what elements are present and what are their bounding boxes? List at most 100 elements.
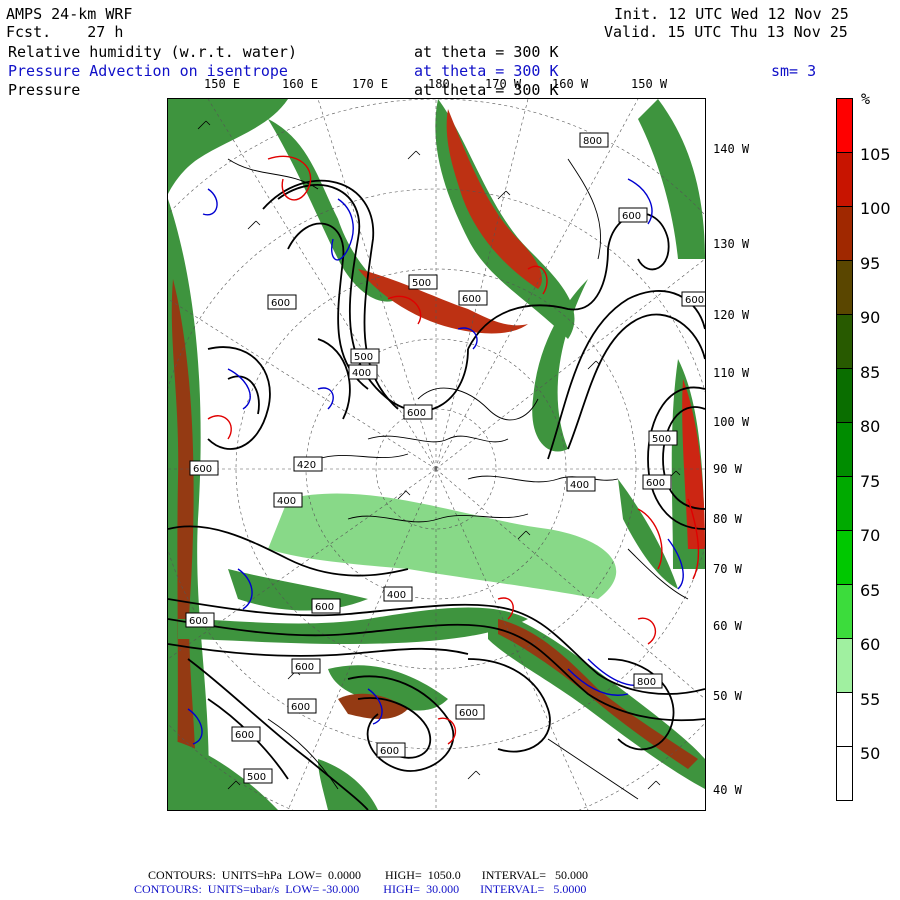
lon-label: 170 E [352, 77, 389, 91]
svg-text:600: 600 [315, 602, 334, 613]
contour-label: 500 [408, 274, 438, 290]
colorbar-segment [837, 422, 852, 476]
svg-text:600: 600 [193, 464, 212, 475]
colorbar-label: 65 [860, 581, 881, 600]
lat-label: 50 W [713, 689, 742, 703]
lat-label: 40 W [713, 783, 742, 797]
contour-label: 600 [642, 474, 672, 490]
lat-label: 110 W [713, 366, 750, 380]
colorbar-segment [837, 638, 852, 692]
colorbar-segment [837, 692, 852, 746]
svg-text:600: 600 [622, 211, 641, 222]
svg-text:400: 400 [277, 496, 296, 507]
lon-label: 180 [428, 77, 450, 91]
colorbar-label: 90 [860, 308, 881, 327]
svg-text:500: 500 [412, 278, 431, 289]
contour-label: 600 [267, 294, 297, 310]
svg-text:600: 600 [271, 298, 290, 309]
colorbar-label: 55 [860, 690, 881, 709]
contour-label: 400 [348, 364, 378, 380]
contour-label: 600 [403, 404, 433, 420]
contour-label: 400 [566, 476, 596, 492]
svg-text:600: 600 [189, 616, 208, 627]
lon-label: 170 W [485, 77, 522, 91]
svg-text:500: 500 [652, 434, 671, 445]
contour-label: 500 [350, 348, 380, 364]
lat-label: 130 W [713, 237, 750, 251]
advection-field-label: Pressure Advection on isentrope [8, 62, 288, 80]
contour-label: 600 [291, 658, 321, 674]
contour-label: 600 [618, 207, 648, 223]
colorbar-label: 70 [860, 526, 881, 545]
colorbar-label: 50 [860, 744, 881, 763]
colorbar-label: 60 [860, 635, 881, 654]
colorbar-segment [837, 476, 852, 530]
init-time: Init. 12 UTC Wed 12 Nov 25 [614, 5, 849, 23]
rh-theta-label: at theta = 300 K [414, 43, 559, 61]
contour-label: 800 [633, 673, 663, 689]
map-panel: 800 600 500 400 600 420 600 400 600 600 … [167, 98, 706, 811]
pressure-field-label: Pressure [8, 81, 81, 99]
colorbar-label: 95 [860, 254, 881, 273]
contour-label: 600 [287, 698, 317, 714]
svg-text:600: 600 [685, 295, 704, 306]
colorbar-segment [837, 746, 852, 800]
svg-text:600: 600 [646, 478, 665, 489]
lat-label: 120 W [713, 308, 750, 322]
contour-label: 420 [293, 456, 323, 472]
contour-label: 600 [231, 726, 261, 742]
contour-label: 800 [579, 132, 609, 148]
svg-text:600: 600 [235, 730, 254, 741]
svg-text:400: 400 [352, 368, 371, 379]
svg-text:600: 600 [462, 294, 481, 305]
svg-text:600: 600 [459, 708, 478, 719]
colorbar-unit: % [861, 90, 871, 108]
svg-text:500: 500 [247, 772, 266, 783]
humidity-shading [168, 99, 705, 810]
colorbar-label: 75 [860, 472, 881, 491]
contour-label: 500 [243, 768, 273, 784]
svg-text:400: 400 [570, 480, 589, 491]
lat-label: 100 W [713, 415, 750, 429]
contour-label: 600 [455, 704, 485, 720]
colorbar [836, 98, 853, 801]
svg-text:800: 800 [583, 136, 602, 147]
lat-label: 80 W [713, 512, 742, 526]
contour-label: 600 [311, 598, 341, 614]
colorbar-label: 105 [860, 145, 891, 164]
lat-label: 70 W [713, 562, 742, 576]
forecast-hour: Fcst. 27 h [6, 23, 124, 41]
contour-label: 600 [189, 460, 219, 476]
svg-text:600: 600 [291, 702, 310, 713]
rh-field-label: Relative humidity (w.r.t. water) [8, 43, 297, 61]
lon-label: 150 W [631, 77, 668, 91]
colorbar-segment [837, 260, 852, 314]
colorbar-segment [837, 152, 852, 206]
colorbar-label: 100 [860, 199, 891, 218]
colorbar-segment [837, 314, 852, 368]
smoothing-label: sm= 3 [771, 62, 817, 80]
valid-time: Valid. 15 UTC Thu 13 Nov 25 [604, 23, 848, 41]
contour-label: 400 [273, 492, 303, 508]
colorbar-label: 80 [860, 417, 881, 436]
lat-label: 140 W [713, 142, 750, 156]
map-plot: 800 600 500 400 600 420 600 400 600 600 … [168, 99, 705, 810]
colorbar-segment [837, 530, 852, 584]
contour-label: 600 [185, 612, 215, 628]
pressure-contour-info: CONTOURS: UNITS=hPa LOW= 0.0000 HIGH= 10… [148, 868, 588, 882]
contour-label: 600 [681, 291, 705, 307]
colorbar-segment [837, 206, 852, 260]
contour-label: 500 [648, 430, 678, 446]
svg-text:600: 600 [295, 662, 314, 673]
lat-label: 90 W [713, 462, 742, 476]
lat-label: 60 W [713, 619, 742, 633]
advection-contour-info: CONTOURS: UNITS=ubar/s LOW= -30.000 HIGH… [134, 882, 587, 896]
contour-label: 600 [458, 290, 488, 306]
svg-text:400: 400 [387, 590, 406, 601]
contour-label: 600 [376, 742, 406, 758]
svg-text:500: 500 [354, 352, 373, 363]
lon-label: 150 E [204, 77, 241, 91]
contour-label: 400 [383, 586, 413, 602]
svg-text:600: 600 [407, 408, 426, 419]
lon-label: 160 W [552, 77, 589, 91]
